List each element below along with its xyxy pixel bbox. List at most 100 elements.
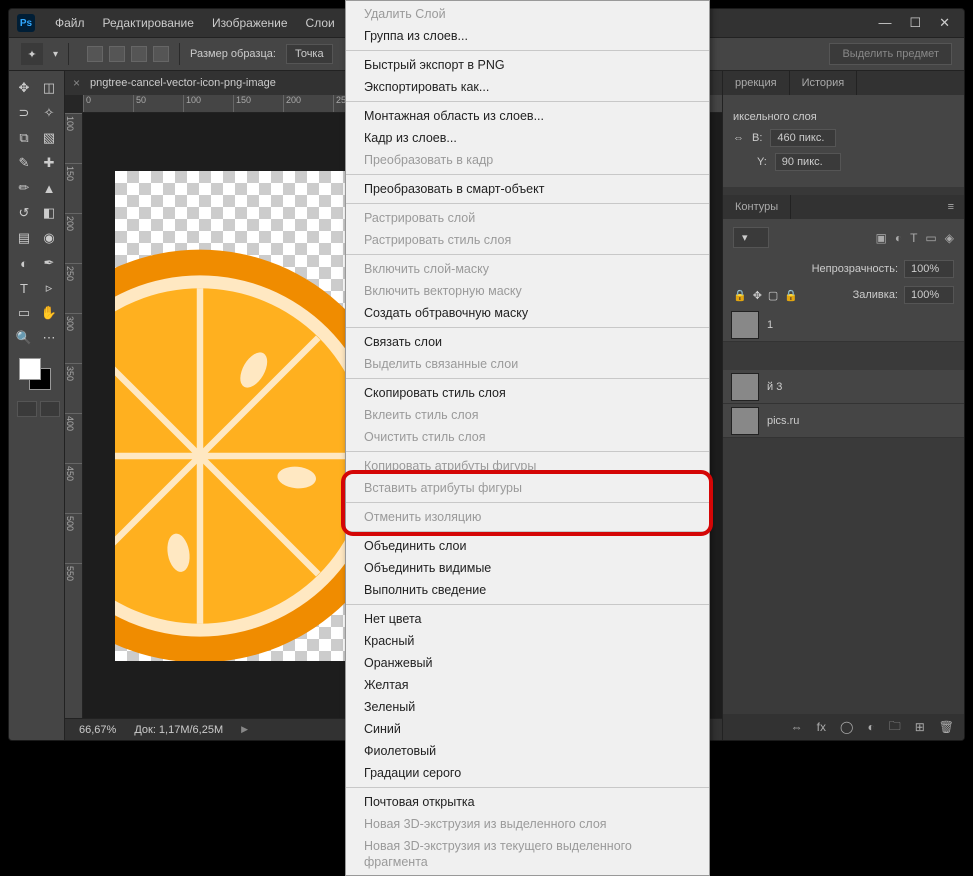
y-input[interactable]: 90 пикс. <box>775 153 841 171</box>
tab-close-icon[interactable]: × <box>73 76 80 90</box>
lock-icon[interactable]: 🔒 <box>733 289 747 302</box>
chevron-right-icon[interactable]: ▶ <box>241 724 248 735</box>
menu-edit[interactable]: Редактирование <box>95 12 202 34</box>
hand-tool[interactable]: ✋ <box>38 302 60 324</box>
zoom-tool[interactable]: 🔍 <box>13 327 35 349</box>
opacity-input[interactable]: 100% <box>904 260 954 278</box>
gradient-tool[interactable]: ▤ <box>13 227 35 249</box>
menu-item[interactable]: Выполнить сведение <box>346 579 709 601</box>
menu-item[interactable]: Фиолетовый <box>346 740 709 762</box>
menu-image[interactable]: Изображение <box>204 12 296 34</box>
menu-item: Вклеить стиль слоя <box>346 404 709 426</box>
lock-all-icon[interactable]: 🔒 <box>784 289 798 302</box>
sample-size-select[interactable]: Точка <box>286 44 333 64</box>
layers-footer: ⇔ fx ◯ ◐ 🗀 ⊞ 🗑 <box>723 714 964 740</box>
menu-separator <box>346 254 709 255</box>
menu-item: Новая 3D-экструзия из выделенного слоя <box>346 813 709 835</box>
menu-item: Удалить Слой <box>346 3 709 25</box>
menu-item[interactable]: Объединить слои <box>346 535 709 557</box>
brush-tool[interactable]: ✏ <box>13 177 35 199</box>
menu-item[interactable]: Быстрый экспорт в PNG <box>346 54 709 76</box>
menu-item[interactable]: Желтая <box>346 674 709 696</box>
color-swatches[interactable] <box>19 358 51 390</box>
selection-mode-icons[interactable] <box>87 46 169 62</box>
quickmask-std[interactable] <box>17 401 37 417</box>
close-icon[interactable]: ✕ <box>939 15 950 31</box>
lasso-tool[interactable]: ⊃ <box>13 102 35 124</box>
menu-item[interactable]: Кадр из слоев... <box>346 127 709 149</box>
folder-icon[interactable]: 🗀 <box>889 717 901 738</box>
layer-list[interactable]: 1 й 3 pics.ru <box>723 308 964 714</box>
link-layers-icon[interactable]: ⇔ <box>791 720 803 734</box>
link-icon[interactable]: ⇔ <box>733 132 744 144</box>
fill-input[interactable]: 100% <box>904 286 954 304</box>
menu-file[interactable]: Файл <box>47 12 93 34</box>
layer-kind-select[interactable]: ▾ <box>733 227 769 248</box>
panel-tab-paths[interactable]: Контуры <box>723 195 791 219</box>
menu-layers[interactable]: Слои <box>298 12 343 34</box>
filter-type-icon[interactable]: T <box>910 231 917 245</box>
pen-tool[interactable]: ✒ <box>38 252 60 274</box>
filter-shape-icon[interactable]: ▭ <box>925 231 936 245</box>
menu-item[interactable]: Нет цвета <box>346 608 709 630</box>
menu-item[interactable]: Градации серого <box>346 762 709 784</box>
eyedropper-tool[interactable]: ✎ <box>13 152 35 174</box>
menu-item[interactable]: Создать обтравочную маску <box>346 302 709 324</box>
path-select-tool[interactable]: ▹ <box>38 277 60 299</box>
width-input[interactable]: 460 пикс. <box>770 129 836 147</box>
panel-tab-history[interactable]: История <box>790 71 858 95</box>
quickmask-mask[interactable] <box>40 401 60 417</box>
menu-item[interactable]: Группа из слоев... <box>346 25 709 47</box>
magic-wand-tool[interactable]: ✧ <box>38 102 60 124</box>
new-layer-icon[interactable]: ⊞ <box>915 720 925 734</box>
panel-menu-icon[interactable]: ≡ <box>938 195 964 219</box>
menu-item[interactable]: Монтажная область из слоев... <box>346 105 709 127</box>
zoom-level[interactable]: 66,67% <box>79 724 116 736</box>
filter-smart-icon[interactable]: ◈ <box>945 231 954 245</box>
sample-size-label: Размер образца: <box>190 48 276 60</box>
layer-item[interactable]: й 3 <box>723 370 964 404</box>
menu-item[interactable]: Связать слои <box>346 331 709 353</box>
layer-item[interactable]: pics.ru <box>723 404 964 438</box>
stamp-tool[interactable]: ▲ <box>38 177 60 199</box>
select-subject-button[interactable]: Выделить предмет <box>829 43 952 65</box>
crop-tool[interactable]: ⧉ <box>13 127 35 149</box>
menu-item[interactable]: Зеленый <box>346 696 709 718</box>
menu-item[interactable]: Почтовая открытка <box>346 791 709 813</box>
panel-tab-correction[interactable]: ррекция <box>723 71 790 95</box>
trash-icon[interactable]: 🗑 <box>939 720 954 734</box>
adjustment-icon[interactable]: ◐ <box>867 720 874 734</box>
filter-image-icon[interactable]: ▣ <box>875 231 886 245</box>
more-tool[interactable]: ⋯ <box>38 327 60 349</box>
menu-separator <box>346 531 709 532</box>
layer-item[interactable]: 1 <box>723 308 964 342</box>
lock-pos-icon[interactable]: ✥ <box>753 289 762 302</box>
menu-item[interactable]: Синий <box>346 718 709 740</box>
frame-tool[interactable]: ▧ <box>38 127 60 149</box>
menu-item[interactable]: Красный <box>346 630 709 652</box>
shape-tool[interactable]: ▭ <box>13 302 35 324</box>
menu-item[interactable]: Экспортировать как... <box>346 76 709 98</box>
dodge-tool[interactable]: ◐ <box>13 252 35 274</box>
menu-item[interactable]: Скопировать стиль слоя <box>346 382 709 404</box>
menu-item[interactable]: Преобразовать в смарт-объект <box>346 178 709 200</box>
menu-item[interactable]: Оранжевый <box>346 652 709 674</box>
blur-tool[interactable]: ◉ <box>38 227 60 249</box>
filter-adjust-icon[interactable]: ◐ <box>895 231 902 245</box>
chevron-down-icon[interactable]: ▾ <box>53 49 58 60</box>
heal-tool[interactable]: ✚ <box>38 152 60 174</box>
maximize-icon[interactable]: ☐ <box>909 15 921 31</box>
move-tool[interactable]: ✥ <box>13 77 35 99</box>
history-brush-tool[interactable]: ↺ <box>13 202 35 224</box>
fx-icon[interactable]: fx <box>817 720 826 734</box>
layer-context-menu[interactable]: Удалить СлойГруппа из слоев... Быстрый эк… <box>345 0 710 876</box>
mask-icon[interactable]: ◯ <box>840 720 853 734</box>
type-tool[interactable]: T <box>13 277 35 299</box>
eraser-tool[interactable]: ◧ <box>38 202 60 224</box>
menu-item[interactable]: Объединить видимые <box>346 557 709 579</box>
lock-frame-icon[interactable]: ▢ <box>768 289 778 302</box>
menu-separator <box>346 174 709 175</box>
document-tab[interactable]: pngtree-cancel-vector-icon-png-image <box>90 77 276 89</box>
marquee-tool[interactable]: ◫ <box>38 77 60 99</box>
minimize-icon[interactable]: — <box>878 15 891 31</box>
